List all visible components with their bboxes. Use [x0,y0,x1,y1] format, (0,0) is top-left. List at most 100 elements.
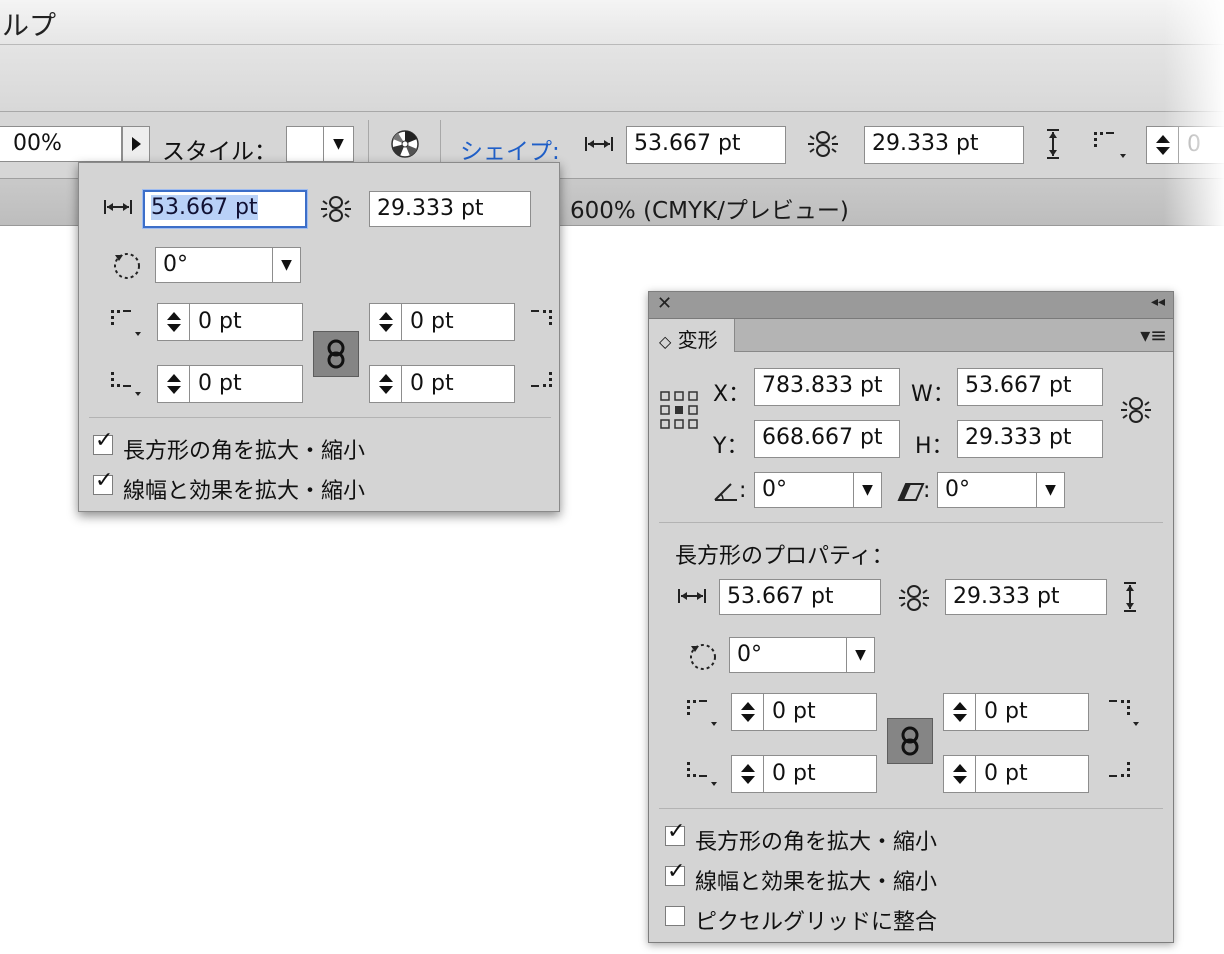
chevron-down-icon[interactable]: ▼ [853,473,881,507]
corner-top-left-icon [687,700,717,726]
constrain-proportions-icon[interactable] [897,583,931,613]
rect-width-value: 53.667 pt [727,584,834,609]
x-input[interactable]: 783.833 pt [754,368,900,406]
stepper-arrows[interactable] [158,366,190,402]
shear-icon [897,483,925,501]
corner-bottom-right-icon [1109,762,1130,777]
chevron-down-icon: ▼ [323,127,353,161]
rect-corner-bottom-left-field[interactable]: 0 pt [731,755,877,793]
document-tab-title[interactable]: 600% (CMYK/プレビュー) [570,191,849,225]
shape-width-value: 53.667 pt [634,131,741,156]
constrain-proportions-icon[interactable] [319,194,353,224]
chevron-down-icon[interactable]: ▼ [272,248,300,282]
rect-rotation-dropdown[interactable]: 0° ▼ [729,637,875,673]
height-icon [1124,582,1136,612]
shape-corner-radius-field[interactable]: 0 [1146,126,1224,164]
scale-strokes-checkbox[interactable]: ✓ [665,861,685,886]
sort-arrows-icon: ◇ [659,332,672,351]
stepper-arrows[interactable] [370,304,402,340]
divider [659,808,1163,809]
play-right-icon [131,137,141,151]
stepper-arrows[interactable] [370,366,402,402]
corner-top-right-field[interactable]: 0 pt [369,303,515,341]
corner-stepper[interactable] [1147,127,1179,163]
scale-corners-checkbox[interactable]: ✓ [93,430,113,455]
rect-rotation-value: 0° [737,642,762,667]
close-icon[interactable]: ✕ [657,293,672,314]
corner-bottom-left-value: 0 pt [198,371,242,396]
panel-tab-row: ◇ 変形 ▾≡ [649,319,1173,352]
checkmark-icon: ✓ [667,859,686,884]
divider [89,417,551,418]
collapse-icon[interactable]: ◂◂ [1151,294,1165,310]
corner-type-icon[interactable] [1092,128,1130,162]
width-input-selected-text: 53.667 pt [151,195,258,220]
shape-width-field[interactable]: 53.667 pt [626,126,786,164]
height-input-value: 29.333 pt [377,196,484,221]
scale-strokes-label[interactable]: 線幅と効果を拡大・縮小 [123,473,365,505]
constrain-proportions-icon[interactable] [1119,395,1153,425]
constrain-proportions-icon[interactable] [806,129,840,159]
corner-top-right-icon [1109,700,1139,726]
rect-corner-top-right-field[interactable]: 0 pt [943,693,1089,731]
shear-value: 0° [945,477,970,502]
corner-bottom-right-value: 0 pt [410,371,454,396]
corner-bottom-left-field[interactable]: 0 pt [157,365,303,403]
stepper-arrows[interactable] [944,694,976,730]
corner-bottom-right-icon [531,372,552,387]
link-corners-button[interactable] [887,718,933,764]
y-input[interactable]: 668.667 pt [754,420,900,458]
shape-height-field[interactable]: 29.333 pt [864,126,1024,164]
opacity-arrow-button[interactable] [122,126,150,162]
corner-top-left-value: 0 pt [198,309,242,334]
link-corners-button[interactable] [313,331,359,377]
h-label: H： [915,434,954,459]
menu-title[interactable]: ルプ [2,4,56,43]
rect-corner-top-left-value: 0 pt [772,699,816,724]
chevron-down-icon[interactable]: ▼ [1036,473,1064,507]
angle-value: 0° [762,477,787,502]
panel-title-bar[interactable]: ✕ ◂◂ [649,292,1173,319]
rect-width-input[interactable]: 53.667 pt [719,579,881,615]
corner-bottom-right-field[interactable]: 0 pt [369,365,515,403]
rect-height-input[interactable]: 29.333 pt [945,579,1107,615]
angle-colon: : [739,478,747,503]
h-input[interactable]: 29.333 pt [957,420,1103,458]
stepper-arrows[interactable] [944,756,976,792]
application-bar [0,45,1224,112]
scale-corners-label[interactable]: 長方形の角を拡大・縮小 [695,824,937,856]
scale-corners-checkbox[interactable]: ✓ [665,821,685,846]
chevron-down-icon[interactable]: ▼ [846,638,874,672]
rect-properties-heading: 長方形のプロパティ： [675,544,894,569]
shear-dropdown[interactable]: 0° ▼ [937,472,1065,508]
corner-top-left-field[interactable]: 0 pt [157,303,303,341]
stepper-arrows[interactable] [158,304,190,340]
pixel-grid-label[interactable]: ピクセルグリッドに整合 [695,904,937,936]
rect-corner-top-right-value: 0 pt [984,699,1028,724]
stepper-arrows[interactable] [732,756,764,792]
rotate-icon [114,253,140,279]
style-swatch-dropdown[interactable]: ▼ [286,126,354,162]
rotation-dropdown[interactable]: 0° ▼ [155,247,301,283]
w-value: 53.667 pt [965,373,1072,398]
y-label: Y： [713,434,749,459]
scale-corners-label[interactable]: 長方形の角を拡大・縮小 [123,433,365,465]
w-input[interactable]: 53.667 pt [957,368,1103,406]
x-value: 783.833 pt [762,373,883,398]
scale-strokes-checkbox[interactable]: ✓ [93,470,113,495]
angle-dropdown[interactable]: 0° ▼ [754,472,882,508]
opacity-field[interactable]: 00% [0,126,122,162]
panel-menu-icon[interactable]: ▾≡ [1140,323,1167,347]
stepper-arrows[interactable] [732,694,764,730]
reference-point-icon[interactable] [659,390,699,430]
pixel-grid-checkbox[interactable] [665,906,685,926]
height-input[interactable]: 29.333 pt [369,191,531,227]
rect-corner-top-left-field[interactable]: 0 pt [731,693,877,731]
rect-corner-bottom-right-field[interactable]: 0 pt [943,755,1089,793]
scale-strokes-label[interactable]: 線幅と効果を拡大・縮小 [695,864,937,896]
tab-transform[interactable]: ◇ 変形 [649,319,735,352]
shear-colon: : [923,478,931,503]
recolor-artwork-icon[interactable] [390,129,420,159]
shape-properties-popover: 53.667 pt 29.333 pt 0° ▼ 0 pt 0 pt 0 pt … [78,162,560,512]
width-input[interactable]: 53.667 pt [143,190,307,228]
